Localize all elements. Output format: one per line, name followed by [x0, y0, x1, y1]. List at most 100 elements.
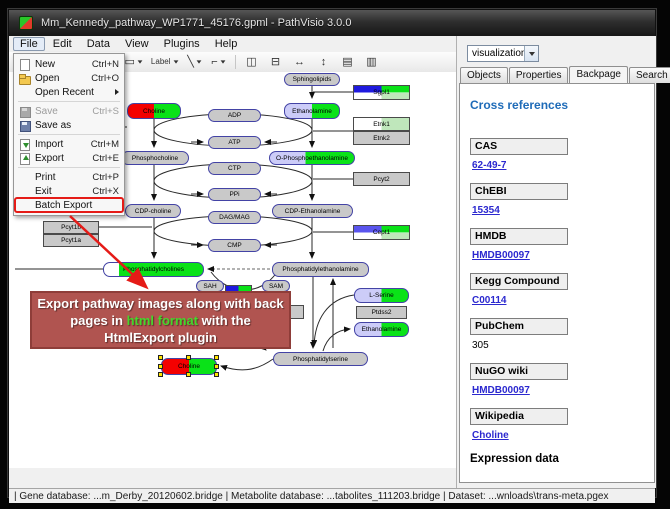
common-height-button[interactable]: ↕: [313, 53, 335, 71]
menubar-item-view[interactable]: View: [118, 37, 156, 51]
node-ethanolamine-top[interactable]: Ethanolamine: [284, 103, 340, 119]
node-pcyt2[interactable]: Pcyt2: [353, 172, 410, 186]
xref-title: NuGO wiki: [470, 363, 568, 380]
menu-item-label: New: [35, 59, 86, 70]
align-center-y-icon: ⊟: [271, 55, 280, 69]
node-phosphatidylserine[interactable]: Phosphatidylserine: [273, 352, 368, 366]
node-phosphatidylcholines[interactable]: Phosphatidylcholines: [103, 262, 204, 277]
node-cept1[interactable]: Cept1: [353, 225, 410, 240]
selection-handle[interactable]: [214, 355, 219, 360]
node-adp[interactable]: ADP: [208, 109, 261, 122]
application-window: Mm_Kennedy_pathway_WP1771_45176.gpml - P…: [8, 9, 656, 497]
submenu-arrow-icon: [115, 89, 119, 95]
menubar-item-help[interactable]: Help: [208, 37, 245, 51]
xref-section-wikipedia: WikipediaCholine: [470, 408, 646, 441]
annotation-line-2: pages in html format with the: [70, 312, 251, 329]
node-sgpl1[interactable]: Sgpl1: [353, 85, 410, 100]
menubar-item-file[interactable]: File: [13, 37, 45, 51]
menu-item-shortcut: Ctrl+S: [92, 106, 119, 117]
node-l-serine[interactable]: L-Serine: [354, 288, 409, 303]
tab-objects[interactable]: Objects: [460, 67, 508, 83]
xref-link[interactable]: C00114: [472, 295, 646, 306]
new-label-icon: Label: [151, 55, 171, 69]
menu-separator: [18, 134, 120, 135]
xref-link[interactable]: 62-49-7: [472, 160, 646, 171]
file-menu-item-exit[interactable]: ExitCtrl+X: [15, 184, 123, 198]
xref-title: CAS: [470, 138, 568, 155]
menu-separator: [18, 101, 120, 102]
backpage-panel: Cross references CAS62-49-7ChEBI15354HMD…: [459, 83, 655, 483]
new-connector-button[interactable]: ⌐: [208, 53, 230, 71]
menu-item-label: Batch Export: [35, 200, 119, 211]
node-ctp[interactable]: CTP: [208, 162, 261, 175]
xref-link[interactable]: HMDB00097: [472, 250, 646, 261]
xref-section-cas: CAS 62-49-7: [470, 138, 646, 171]
menu-item-label: Exit: [35, 186, 86, 197]
align-center-y-button[interactable]: ⊟: [265, 53, 287, 71]
node-phosphatidylethanolamine[interactable]: Phosphatidylethanolamine: [272, 262, 369, 277]
toolbar-separator: [235, 55, 236, 69]
align-center-x-button[interactable]: ◫: [241, 53, 263, 71]
file-menu-item-new[interactable]: NewCtrl+N: [15, 57, 123, 71]
new-label-button[interactable]: Label: [148, 53, 182, 71]
visualization-dropdown-icon[interactable]: [524, 46, 538, 61]
file-menu-item-save-as[interactable]: Save as: [15, 118, 123, 132]
new-file-icon: [18, 59, 31, 70]
selection-handle[interactable]: [158, 355, 163, 360]
node-ptdss2[interactable]: Ptdss2: [356, 306, 407, 319]
menubar-item-data[interactable]: Data: [80, 37, 117, 51]
file-menu-item-import[interactable]: ImportCtrl+M: [15, 137, 123, 151]
selection-handle[interactable]: [186, 355, 191, 360]
annotation-line-3: HtmlExport plugin: [104, 329, 217, 346]
side-panel-tabs: ObjectsPropertiesBackpageSearchLegend: [460, 66, 670, 83]
node-phosphocholine[interactable]: Phosphocholine: [121, 151, 189, 165]
file-menu-item-export[interactable]: ExportCtrl+E: [15, 151, 123, 165]
node-cdp-ethanolamine[interactable]: CDP-Ethanolamine: [272, 204, 353, 218]
file-menu-item-open[interactable]: OpenCtrl+O: [15, 71, 123, 85]
xref-link[interactable]: HMDB00097: [472, 385, 646, 396]
node-etnk2[interactable]: Etnk2: [353, 131, 410, 145]
node-etnk1[interactable]: Etnk1: [353, 117, 410, 131]
new-line-button[interactable]: ╲: [184, 53, 206, 71]
file-menu-item-save[interactable]: SaveCtrl+S: [15, 104, 123, 118]
common-width-button[interactable]: ↔: [289, 53, 311, 71]
stack-vertical-button[interactable]: ▤: [337, 53, 359, 71]
selection-handle[interactable]: [158, 372, 163, 377]
menu-item-label: Save as: [35, 120, 119, 131]
xref-link[interactable]: Choline: [472, 430, 646, 441]
file-menu-item-batch-export[interactable]: Batch Export: [15, 198, 123, 212]
node-pcyt1b[interactable]: Pcyt1b: [43, 221, 99, 234]
node-dag-mag[interactable]: DAG/MAG: [208, 211, 261, 224]
save-as-icon: [18, 120, 31, 131]
new-datanode-button[interactable]: ▭: [122, 53, 146, 71]
selection-handle[interactable]: [158, 364, 163, 369]
xref-link[interactable]: 15354: [472, 205, 646, 216]
menu-item-label: Open: [35, 73, 85, 84]
tab-search[interactable]: Search: [629, 67, 670, 83]
xref-section-kegg-compound: Kegg CompoundC00114: [470, 273, 646, 306]
file-menu-item-open-recent[interactable]: Open Recent: [15, 85, 123, 99]
tab-backpage[interactable]: Backpage: [569, 66, 627, 84]
menubar-item-edit[interactable]: Edit: [46, 37, 79, 51]
stack-horizontal-button[interactable]: ▥: [361, 53, 383, 71]
node-choline-top[interactable]: Choline: [127, 103, 181, 119]
visualization-combobox[interactable]: visualization: [467, 45, 539, 62]
selection-handle[interactable]: [186, 372, 191, 377]
node-pcyt1a[interactable]: Pcyt1a: [43, 234, 99, 247]
node-ethanolamine-bottom[interactable]: Ethanolamine: [354, 322, 409, 337]
tab-properties[interactable]: Properties: [509, 67, 569, 83]
node-atp[interactable]: ATP: [208, 136, 261, 149]
node-sphingolipids[interactable]: Sphingolipids: [284, 73, 340, 86]
expression-data-heading: Expression data: [470, 453, 646, 465]
selection-handle[interactable]: [214, 372, 219, 377]
node-ppi[interactable]: PPi: [208, 188, 261, 201]
status-text: | Gene database: ...m_Derby_20120602.bri…: [14, 491, 608, 502]
selection-handle[interactable]: [214, 364, 219, 369]
stack-horizontal-icon: ▥: [366, 55, 376, 69]
node-cdp-choline[interactable]: CDP-choline: [125, 204, 181, 218]
menubar-item-plugins[interactable]: Plugins: [157, 37, 207, 51]
xref-title: HMDB: [470, 228, 568, 245]
file-menu-item-print[interactable]: PrintCtrl+P: [15, 170, 123, 184]
node-o-phosphoethanolamine[interactable]: O-Phosphoethanolamine: [269, 151, 355, 165]
node-cmp[interactable]: CMP: [208, 239, 261, 252]
